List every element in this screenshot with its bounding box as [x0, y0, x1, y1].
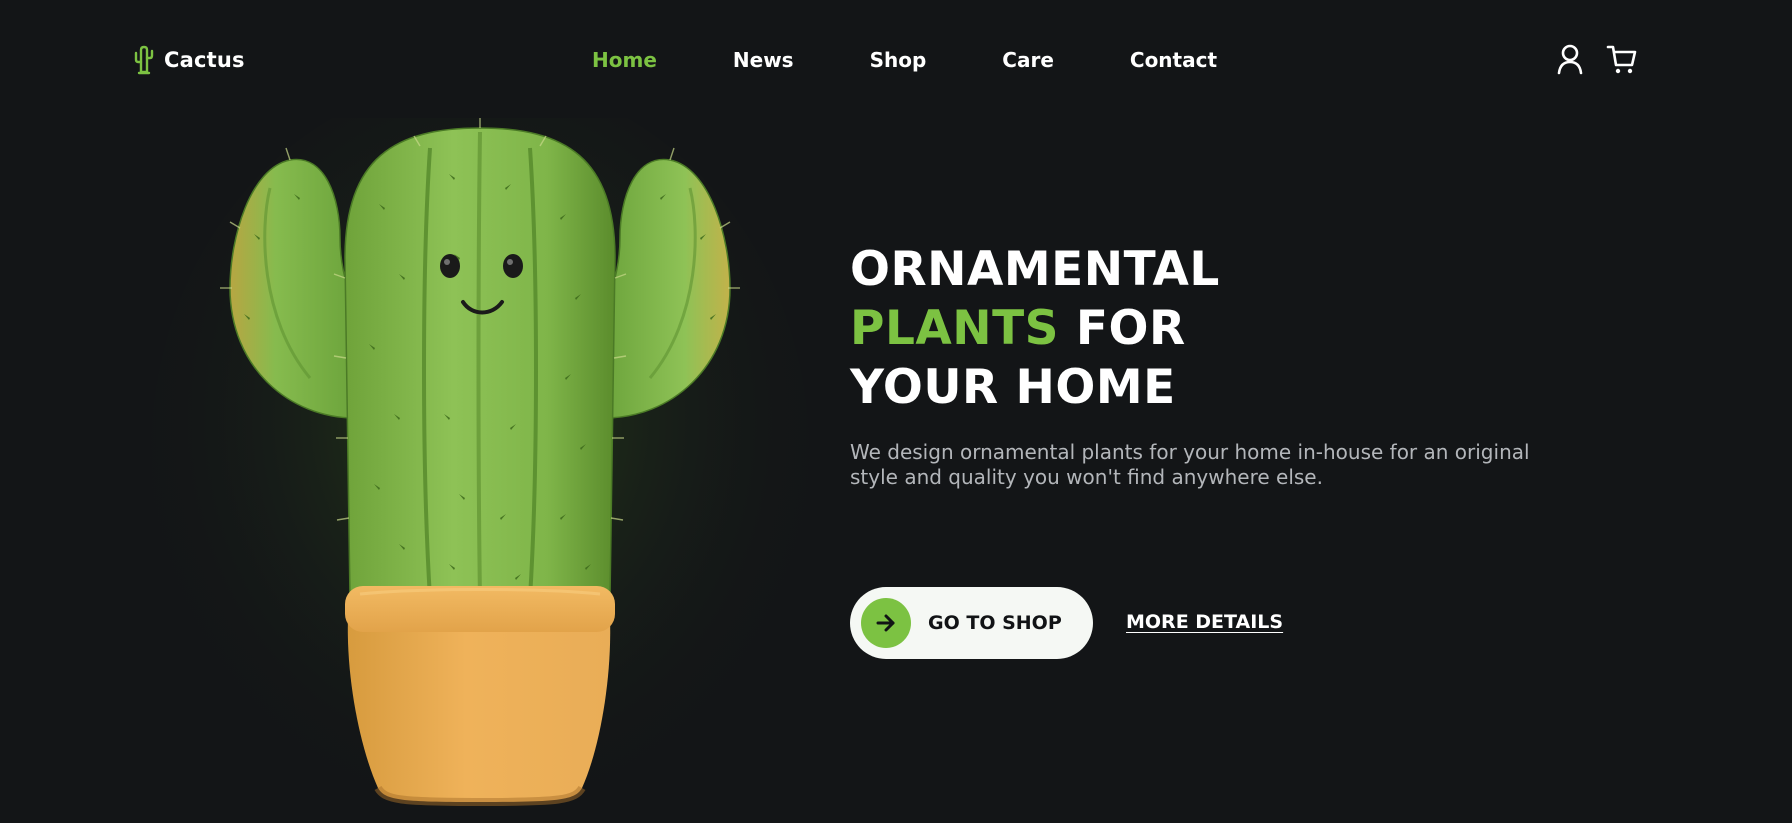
- landing-page: Cactus Home News Shop Care Contact ORNAM…: [0, 0, 1792, 823]
- hero-title: ORNAMENTAL PLANTS FOR YOUR HOME: [850, 240, 1220, 417]
- arrow-right-icon: [861, 598, 911, 648]
- brand-logo[interactable]: Cactus: [132, 44, 245, 76]
- hero-title-accent: PLANTS: [850, 301, 1060, 356]
- more-details-link[interactable]: MORE DETAILS: [1126, 611, 1283, 633]
- cactus-illustration: [150, 118, 810, 823]
- hero-subtitle: We design ornamental plants for your hom…: [850, 440, 1530, 489]
- hero-cactus-illustration: [120, 118, 840, 823]
- header-actions: [1554, 42, 1638, 76]
- nav-item-home[interactable]: Home: [592, 48, 657, 72]
- cactus-logo-icon: [134, 45, 154, 75]
- go-to-shop-button[interactable]: GO TO SHOP: [850, 587, 1093, 659]
- hero-title-line3: YOUR HOME: [850, 360, 1176, 415]
- cart-icon[interactable]: [1606, 42, 1638, 76]
- nav-item-contact[interactable]: Contact: [1130, 48, 1217, 72]
- main-nav: Home News Shop Care Contact: [592, 44, 1217, 76]
- nav-item-news[interactable]: News: [733, 48, 794, 72]
- hero-title-line2: FOR: [1075, 301, 1186, 356]
- go-to-shop-label: GO TO SHOP: [928, 612, 1062, 634]
- brand-name: Cactus: [164, 48, 245, 72]
- nav-item-shop[interactable]: Shop: [870, 48, 927, 72]
- user-icon[interactable]: [1554, 42, 1586, 76]
- nav-item-care[interactable]: Care: [1002, 48, 1054, 72]
- hero-title-line1: ORNAMENTAL: [850, 242, 1220, 297]
